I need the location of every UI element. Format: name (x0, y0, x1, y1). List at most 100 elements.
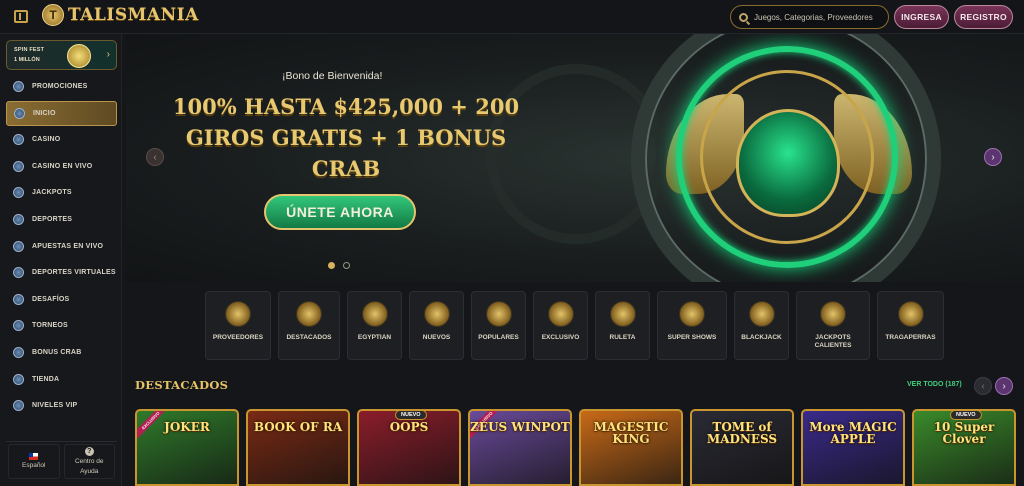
search-box[interactable] (730, 5, 889, 29)
game-card[interactable]: BOOK OF RA (246, 409, 350, 486)
game-card[interactable]: NUEVO 10 Super Clover (912, 409, 1016, 486)
new-badge: NUEVO (950, 411, 982, 420)
game-card[interactable]: NUEVO OOPS (357, 409, 461, 486)
sidebar-item-deportes-virtuales[interactable]: DEPORTES VIRTUALES (6, 260, 117, 285)
view-all-link[interactable]: VER TODO (187) (907, 381, 962, 388)
scarab-icon (736, 109, 840, 217)
category-label: EXCLUSIVO (541, 334, 580, 341)
sidebar-nav: PROMOCIONES INICIO CASINO CASINO EN VIVO… (6, 74, 117, 420)
search-input[interactable] (754, 12, 884, 22)
crown-icon (485, 301, 512, 327)
shop-icon (13, 373, 24, 385)
virtual-sports-icon (13, 267, 24, 279)
show-icon (679, 301, 705, 327)
sidebar-item-jackpots[interactable]: JACKPOTS (6, 180, 117, 205)
hero-prev-button[interactable]: ‹ (146, 148, 164, 166)
game-title: ZEUS WINPOT (470, 420, 570, 434)
category-tragaperras[interactable]: TRAGAPERRAS (877, 291, 944, 360)
live-casino-icon (13, 160, 24, 172)
live-bet-icon (13, 240, 24, 252)
sidebar-item-inicio[interactable]: INICIO (6, 100, 117, 126)
scarab-icon (296, 301, 322, 327)
register-button[interactable]: REGISTRO (954, 5, 1013, 29)
promo-card-spin-fest[interactable]: SPIN FEST 1 MILLÓN › (6, 40, 117, 70)
sidebar-item-apuestas-en-vivo[interactable]: APUESTAS EN VIVO (6, 234, 117, 259)
category-label: SUPER SHOWS (667, 334, 717, 341)
category-populares[interactable]: POPULARES (471, 291, 526, 360)
hero-title: 100% HASTA $425,000 + 200 GIROS GRATIS +… (156, 91, 536, 184)
category-ruleta[interactable]: RULETA (595, 291, 650, 360)
sidebar-item-label: CASINO (32, 136, 61, 144)
sidebar-footer: Español ? Centro de Ayuda (6, 441, 117, 481)
sidebar-item-torneos[interactable]: TORNEOS (6, 313, 117, 338)
coin-icon (67, 44, 91, 68)
sidebar-item-bonus-crab[interactable]: BONUS CRAB (6, 340, 117, 365)
hero-title-line-1: 100% HASTA $425,000 + 200 (172, 94, 520, 119)
category-jackpots-calientes[interactable]: JACKPOTS CALIENTES (796, 291, 870, 360)
carousel-dots (328, 262, 350, 269)
top-bar: T TALISMANIA INGRESA REGISTRO (0, 0, 1024, 34)
language-selector[interactable]: Español (8, 444, 60, 479)
logo[interactable]: T TALISMANIA (42, 4, 199, 26)
sidebar-item-tienda[interactable]: TIENDA (6, 367, 117, 392)
sidebar-item-label: INICIO (33, 109, 56, 117)
game-card[interactable]: TOME of MADNESS (690, 409, 794, 486)
help-label-line-2: Ayuda (80, 468, 99, 475)
category-exclusivo[interactable]: EXCLUSIVO (533, 291, 588, 360)
game-card[interactable]: More MAGIC APPLE (801, 409, 905, 486)
game-card[interactable]: EXCLUSIVO JOKER (135, 409, 239, 486)
sidebar-item-label: DEPORTES (32, 215, 73, 223)
spade-icon (748, 301, 775, 327)
game-card[interactable]: MAGESTIC KING (579, 409, 683, 486)
sidebar-item-deportes[interactable]: DEPORTES (6, 207, 117, 232)
trophy-icon (13, 320, 24, 332)
sidebar-item-casino-en-vivo[interactable]: CASINO EN VIVO (6, 154, 117, 179)
sports-ball-icon (13, 213, 24, 225)
category-label: RULETA (609, 334, 636, 341)
sidebar-item-label: APUESTAS EN VIVO (32, 242, 104, 250)
chile-flag-icon (29, 453, 39, 461)
carousel-dot-1[interactable] (328, 262, 335, 269)
hero-title-line-3: CRAB (311, 156, 381, 181)
join-now-button[interactable]: ÚNETE AHORA (264, 194, 416, 230)
hero-next-button[interactable]: › (984, 148, 1002, 166)
featured-games-row: EXCLUSIVO JOKER BOOK OF RA NUEVO OOPS EXCL… (135, 409, 1016, 486)
help-center-link[interactable]: ? Centro de Ayuda (63, 444, 115, 479)
sidebar-item-desafios[interactable]: DESAFÍOS (6, 287, 117, 312)
sidebar-item-promociones[interactable]: PROMOCIONES (6, 74, 117, 99)
sidebar-item-label: JACKPOTS (32, 189, 72, 197)
chevron-right-icon: › (106, 49, 110, 60)
search-icon (739, 12, 748, 22)
claw-icon (13, 346, 24, 358)
category-label: JACKPOTS CALIENTES (814, 334, 852, 350)
category-proveedores[interactable]: PROVEEDORES (205, 291, 271, 360)
category-label: EGYPTIAN (357, 334, 392, 341)
logo-text: TALISMANIA (68, 5, 199, 25)
slot-machine-icon (897, 301, 924, 327)
diamond-icon (13, 400, 24, 412)
category-blackjack[interactable]: BLACKJACK (734, 291, 789, 360)
language-label: Español (22, 462, 46, 470)
sidebar-item-label: CASINO EN VIVO (32, 162, 93, 170)
category-super-shows[interactable]: SUPER SHOWS (657, 291, 727, 360)
category-label: PROVEEDORES (212, 334, 264, 341)
hero-title-line-2: GIROS GRATIS + 1 BONUS (185, 125, 507, 150)
game-title: JOKER (164, 420, 210, 434)
carousel-dot-2[interactable] (343, 262, 350, 269)
section-title: DESTACADOS (135, 378, 229, 392)
hero-banner[interactable]: ¡Bono de Bienvenida! 100% HASTA $425,000… (126, 34, 1024, 282)
login-button[interactable]: INGRESA (894, 5, 949, 29)
category-label: POPULARES (478, 334, 519, 341)
category-destacados[interactable]: DESTACADOS (278, 291, 340, 360)
menu-toggle-icon[interactable] (14, 10, 28, 23)
category-egyptian[interactable]: EGYPTIAN (347, 291, 402, 360)
featured-prev-button[interactable]: ‹ (974, 377, 992, 395)
category-nuevos[interactable]: NUEVOS (409, 291, 464, 360)
sidebar-item-casino[interactable]: CASINO (6, 127, 117, 152)
game-card[interactable]: EXCLUSIVO ZEUS WINPOT (468, 409, 572, 486)
featured-next-button[interactable]: › (995, 377, 1013, 395)
promo-line-2: 1 MILLÓN (14, 57, 40, 63)
game-title: TOME of MADNESS (706, 420, 778, 446)
sidebar-item-niveles-vip[interactable]: NIVELES VIP (6, 393, 117, 418)
category-label: TRAGAPERRAS (885, 334, 936, 341)
